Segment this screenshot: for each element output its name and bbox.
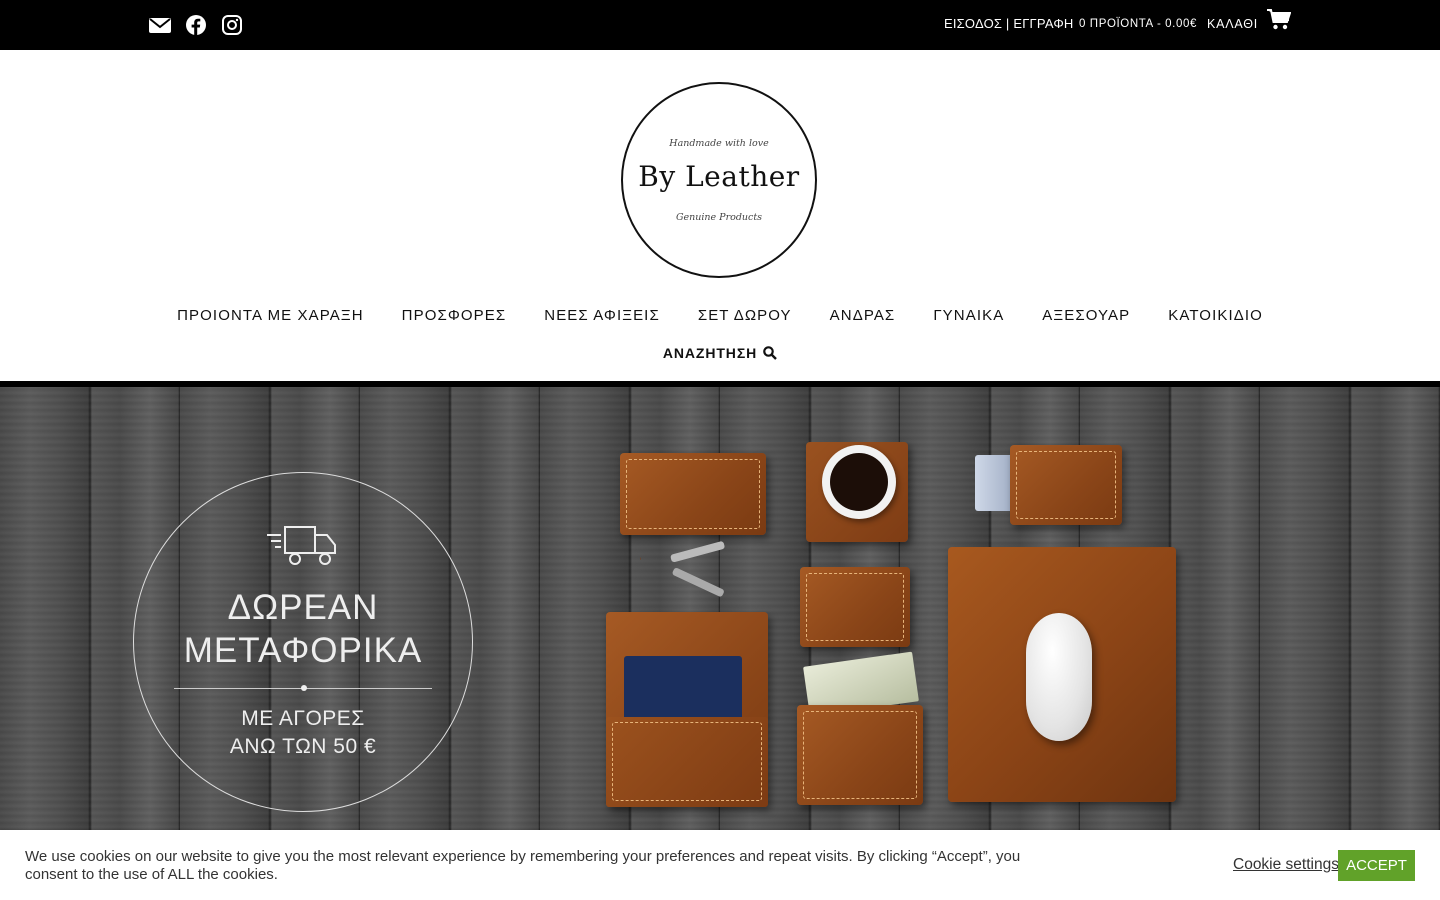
product-keys bbox=[591, 535, 740, 597]
logo-tagline-top: Handmade with love bbox=[669, 138, 769, 149]
top-bar: ΕΙΣΟΔΟΣ | ΕΓΓΡΑΦΗ 0 ΠΡΟΪΟΝΤΑ - 0.00€ ΚΑΛ… bbox=[0, 0, 1440, 50]
promo-divider-dot bbox=[301, 685, 307, 691]
nav-item-pets[interactable]: ΚΑΤΟΙΚΙΔΙΟ bbox=[1149, 307, 1282, 324]
promo-subtitle-line2: ΑΝΩ ΤΩΝ 50 € bbox=[229, 735, 377, 758]
product-mouse bbox=[1026, 613, 1092, 741]
shopping-cart-icon[interactable] bbox=[1267, 9, 1292, 34]
nav-item-engraved[interactable]: ΠΡΟΙΟΝΤΑ ΜΕ ΧΑΡΑΞΗ bbox=[158, 307, 383, 324]
facebook-icon[interactable] bbox=[184, 13, 208, 37]
logo-brand-name: By Leather bbox=[638, 160, 800, 193]
delivery-truck-icon bbox=[267, 526, 336, 565]
site-logo[interactable]: Handmade with love By Leather Genuine Pr… bbox=[621, 82, 817, 278]
product-key-wallet bbox=[620, 453, 766, 535]
logo-tagline-bottom: Genuine Products bbox=[675, 212, 763, 223]
accept-cookies-button[interactable]: ACCEPT bbox=[1338, 850, 1415, 881]
nav-item-offers[interactable]: ΠΡΟΣΦΟΡΕΣ bbox=[383, 307, 526, 324]
envelope-icon[interactable] bbox=[148, 13, 172, 37]
product-passport-cover bbox=[606, 612, 768, 807]
nav-item-men[interactable]: ΑΝΔΡΑΣ bbox=[811, 307, 915, 324]
nav-item-gift-sets[interactable]: ΣΕΤ ΔΩΡΟΥ bbox=[679, 307, 811, 324]
product-card-holder bbox=[1010, 445, 1122, 525]
cookie-consent-bar: We use cookies on our website to give yo… bbox=[0, 830, 1440, 900]
nav-item-women[interactable]: ΓΥΝΑΙΚΑ bbox=[914, 307, 1023, 324]
login-link[interactable]: ΕΙΣΟΔΟΣ bbox=[944, 16, 1002, 31]
product-slim-wallet bbox=[800, 567, 910, 647]
promo-subtitle-line1: ΜΕ ΑΓΟΡΕΣ bbox=[241, 707, 365, 730]
free-shipping-badge: ΔΩΡΕΑΝ ΜΕΤΑΦΟΡΙΚΑ ΜΕ ΑΓΟΡΕΣ ΑΝΩ ΤΩΝ 50 € bbox=[133, 472, 473, 812]
promo-title-line2: ΜΕΤΑΦΟΡΙΚΑ bbox=[183, 631, 423, 670]
hero-banner[interactable]: ΔΩΡΕΑΝ ΜΕΤΑΦΟΡΙΚΑ ΜΕ ΑΓΟΡΕΣ ΑΝΩ ΤΩΝ 50 € bbox=[0, 387, 1440, 830]
product-money-clip bbox=[797, 705, 923, 805]
nav-item-accessories[interactable]: ΑΞΕΣΟΥΑΡ bbox=[1023, 307, 1149, 324]
cart-summary: 0 ΠΡΟΪΟΝΤΑ - 0.00€ bbox=[1079, 18, 1197, 30]
account-separator: | bbox=[1002, 16, 1014, 31]
social-links bbox=[148, 13, 244, 37]
instagram-icon[interactable] bbox=[220, 13, 244, 37]
promo-title-line1: ΔΩΡΕΑΝ bbox=[227, 588, 379, 627]
cart-label: ΚΑΛΑΘΙ bbox=[1206, 17, 1259, 31]
search-button[interactable]: ΑΝΑΖΗΤΗΣΗ bbox=[663, 345, 777, 361]
search-nav: ΑΝΑΖΗΤΗΣΗ bbox=[0, 345, 1440, 361]
register-link[interactable]: ΕΓΓΡΑΦΗ bbox=[1013, 16, 1073, 31]
cookie-settings-link[interactable]: Cookie settings bbox=[1233, 856, 1339, 874]
nav-item-new-arrivals[interactable]: ΝΕΕΣ ΑΦΙΞΕΙΣ bbox=[525, 307, 679, 324]
search-label: ΑΝΑΖΗΤΗΣΗ bbox=[662, 345, 758, 361]
cookie-message: We use cookies on our website to give yo… bbox=[25, 848, 1021, 883]
search-icon bbox=[763, 346, 777, 360]
product-coffee-cup bbox=[822, 445, 896, 519]
account-links: ΕΙΣΟΔΟΣ | ΕΓΓΡΑΦΗ bbox=[944, 16, 1073, 31]
main-nav: ΠΡΟΙΟΝΤΑ ΜΕ ΧΑΡΑΞΗ ΠΡΟΣΦΟΡΕΣ ΝΕΕΣ ΑΦΙΞΕΙ… bbox=[0, 307, 1440, 324]
cart-link[interactable]: 0 ΠΡΟΪΟΝΤΑ - 0.00€ ΚΑΛΑΘΙ bbox=[1079, 9, 1292, 31]
